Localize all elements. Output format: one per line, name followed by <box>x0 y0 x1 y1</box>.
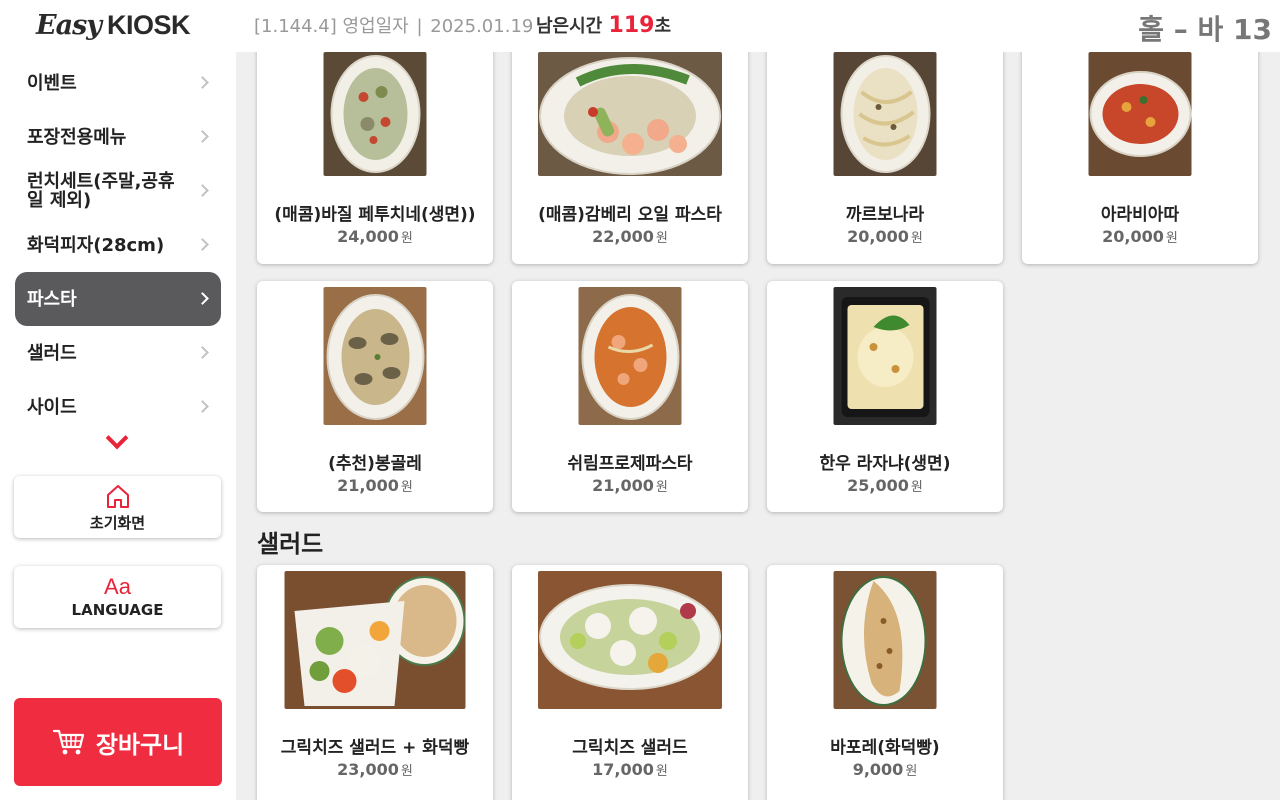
sidebar-item-event[interactable]: 이벤트 <box>15 56 221 110</box>
menu-card[interactable]: 까르보나라 20,000 원 <box>767 52 1003 264</box>
remaining-value: 119 <box>608 13 655 38</box>
category-menu: 이벤트 포장전용메뉴 런치세트(주말,공휴일 제외) 화덕피자(28cm) 파스… <box>15 56 221 434</box>
sidebar-item-salad[interactable]: 샐러드 <box>15 326 221 380</box>
menu-item-price: 9,000 원 <box>852 760 918 779</box>
menu-item-price: 24,000 원 <box>337 227 413 246</box>
menu-item-price: 20,000 원 <box>847 227 923 246</box>
logo-easy: Easy <box>36 10 102 41</box>
business-info: [1.144.4] 영업일자 | 2025.01.19 <box>254 12 533 38</box>
logo-kiosk: KIOSK <box>106 10 191 40</box>
language-icon: Aa <box>104 574 131 599</box>
chevron-right-icon <box>196 346 209 359</box>
menu-card[interactable]: 그릭치즈 샐러드 17,000 원 <box>512 565 748 800</box>
chevron-right-icon <box>196 184 209 197</box>
home-button[interactable]: 초기화면 <box>14 476 221 538</box>
separator: | <box>416 16 423 37</box>
food-photo <box>284 571 466 709</box>
home-icon <box>106 484 129 508</box>
sidebar-item-pasta[interactable]: 파스타 <box>15 272 221 326</box>
menu-item-price: 20,000 원 <box>1102 227 1178 246</box>
menu-item-price: 21,000 원 <box>337 476 413 495</box>
menu-item-price: 23,000 원 <box>337 760 413 779</box>
chevron-right-icon <box>196 292 209 305</box>
table-label: 홀 – 바 13 <box>1138 13 1272 46</box>
menu-item-name: (추천)봉골레 <box>328 454 422 474</box>
app-logo: Easy KIOSK <box>36 10 190 44</box>
version-text: [1.144.4] <box>254 16 337 37</box>
menu-card[interactable]: 그릭치즈 샐러드 + 화덕빵 23,000 원 <box>257 565 493 800</box>
menu-item-name: (매콤)바질 페투치네(생면)) <box>274 205 476 225</box>
remaining-label: 남은시간 <box>536 16 603 37</box>
food-photo <box>538 52 722 176</box>
menu-item-name: 한우 라자냐(생면) <box>819 454 951 474</box>
menu-item-price: 17,000 원 <box>592 760 668 779</box>
menu-card[interactable]: 아라비아따 20,000 원 <box>1022 52 1258 264</box>
cart-button-label: 장바구니 <box>95 730 185 759</box>
sidebar-item-pizza[interactable]: 화덕피자(28cm) <box>15 218 221 272</box>
menu-card[interactable]: 한우 라자냐(생면) 25,000 원 <box>767 281 1003 512</box>
language-button-label: LANGUAGE <box>71 601 164 619</box>
sidebar-item-label: 포장전용메뉴 <box>27 126 127 148</box>
cart-icon <box>52 729 84 755</box>
language-button[interactable]: Aa LANGUAGE <box>14 566 221 628</box>
sidebar-item-label: 이벤트 <box>27 72 77 94</box>
remaining-time: 남은시간 119초 <box>536 12 671 38</box>
food-photo <box>833 287 937 425</box>
business-day-label: 영업일자 <box>342 16 409 37</box>
menu-item-name: 그릭치즈 샐러드 + 화덕빵 <box>280 738 470 758</box>
sidebar: Easy KIOSK 이벤트 포장전용메뉴 런치세트(주말,공휴일 제외) 화덕… <box>0 0 236 800</box>
remaining-unit: 초 <box>654 16 672 37</box>
menu-item-name: 아라비아따 <box>1100 205 1180 225</box>
menu-item-name: (매콤)감베리 오일 파스타 <box>538 205 722 225</box>
sidebar-item-label: 런치세트(주말,공휴일 제외) <box>27 171 175 211</box>
home-button-label: 초기화면 <box>89 513 146 532</box>
chevron-right-icon <box>196 76 209 89</box>
sidebar-item-label: 샐러드 <box>27 342 77 364</box>
chevron-right-icon <box>196 130 209 143</box>
menu-item-name: 그릭치즈 샐러드 <box>572 738 688 758</box>
menu-card[interactable]: (추천)봉골레 21,000 원 <box>257 281 493 512</box>
section-title-salad: 샐러드 <box>257 530 324 558</box>
sidebar-item-label: 화덕피자(28cm) <box>27 234 165 256</box>
sidebar-item-lunch-set[interactable]: 런치세트(주말,공휴일 제외) <box>15 164 221 218</box>
food-photo <box>323 287 427 425</box>
menu-item-price: 22,000 원 <box>592 227 668 246</box>
menu-item-name: 까르보나라 <box>845 205 925 225</box>
menu-item-name: 바포레(화덕빵) <box>830 738 940 758</box>
menu-card[interactable]: (매콤)감베리 오일 파스타 22,000 원 <box>512 52 748 264</box>
food-photo <box>538 571 722 709</box>
menu-card[interactable]: 바포레(화덕빵) 9,000 원 <box>767 565 1003 800</box>
menu-item-price: 21,000 원 <box>592 476 668 495</box>
top-header: [1.144.4] 영업일자 | 2025.01.19 남은시간 119초 홀 … <box>236 0 1280 52</box>
business-date: 2025.01.19 <box>430 16 534 37</box>
menu-card[interactable]: (매콤)바질 페투치네(생면)) 24,000 원 <box>257 52 493 264</box>
sidebar-item-takeout[interactable]: 포장전용메뉴 <box>15 110 221 164</box>
menu-grid: (매콤)바질 페투치네(생면)) 24,000 원 (매콤)감베리 오일 파스타 … <box>236 52 1280 800</box>
sidebar-item-label: 사이드 <box>27 396 77 418</box>
menu-item-name: 쉬림프로제파스타 <box>567 454 693 474</box>
food-photo <box>833 52 937 176</box>
food-photo <box>1088 52 1192 176</box>
sidebar-item-side[interactable]: 사이드 <box>15 380 221 434</box>
chevron-right-icon <box>196 400 209 413</box>
chevron-right-icon <box>196 238 209 251</box>
cart-button[interactable]: 장바구니 <box>14 698 222 786</box>
sidebar-item-label: 파스타 <box>27 288 77 310</box>
menu-item-price: 25,000 원 <box>847 476 923 495</box>
menu-card[interactable]: 쉬림프로제파스타 21,000 원 <box>512 281 748 512</box>
food-photo <box>578 287 682 425</box>
food-photo <box>323 52 427 176</box>
food-photo <box>833 571 937 709</box>
